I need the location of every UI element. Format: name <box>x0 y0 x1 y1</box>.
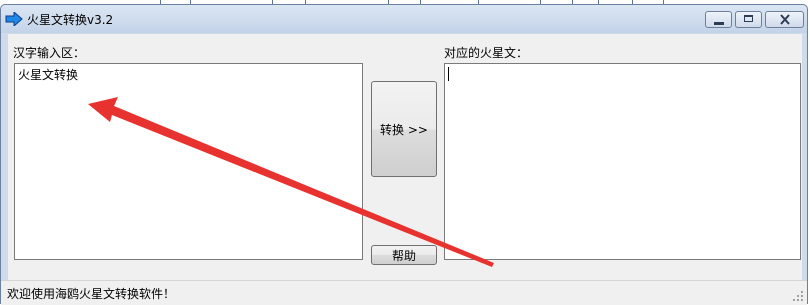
help-button[interactable]: 帮助 <box>371 245 437 265</box>
screen: 火星文转换v3.2 汉字输入区： 对应的火星文： 火星文转换 转换 >> 帮助 <box>0 0 810 305</box>
chinese-input-textarea[interactable]: 火星文转换 <box>14 63 363 260</box>
app-window: 火星文转换v3.2 汉字输入区： 对应的火星文： 火星文转换 转换 >> 帮助 <box>0 4 808 305</box>
resize-grip-icon[interactable] <box>792 290 804 302</box>
convert-button[interactable]: 转换 >> <box>371 81 437 177</box>
status-text: 欢迎使用海鸥火星文转换软件！ <box>7 287 176 301</box>
martian-output-textarea[interactable] <box>444 63 801 260</box>
title-bar[interactable]: 火星文转换v3.2 <box>1 5 807 33</box>
output-label: 对应的火星文： <box>444 46 529 60</box>
client-area: 汉字输入区： 对应的火星文： 火星文转换 转换 >> 帮助 <box>8 34 802 281</box>
maximize-button[interactable] <box>735 11 762 28</box>
close-button[interactable] <box>765 11 804 28</box>
minimize-button[interactable] <box>705 11 732 28</box>
arrow-right-icon <box>5 10 23 28</box>
window-title: 火星文转换v3.2 <box>27 13 114 27</box>
input-label: 汉字输入区： <box>13 46 86 60</box>
close-icon <box>779 13 791 26</box>
minimize-icon <box>714 22 724 25</box>
text-caret <box>448 67 449 81</box>
maximize-icon <box>744 15 753 22</box>
status-bar: 欢迎使用海鸥火星文转换软件！ <box>1 280 807 305</box>
